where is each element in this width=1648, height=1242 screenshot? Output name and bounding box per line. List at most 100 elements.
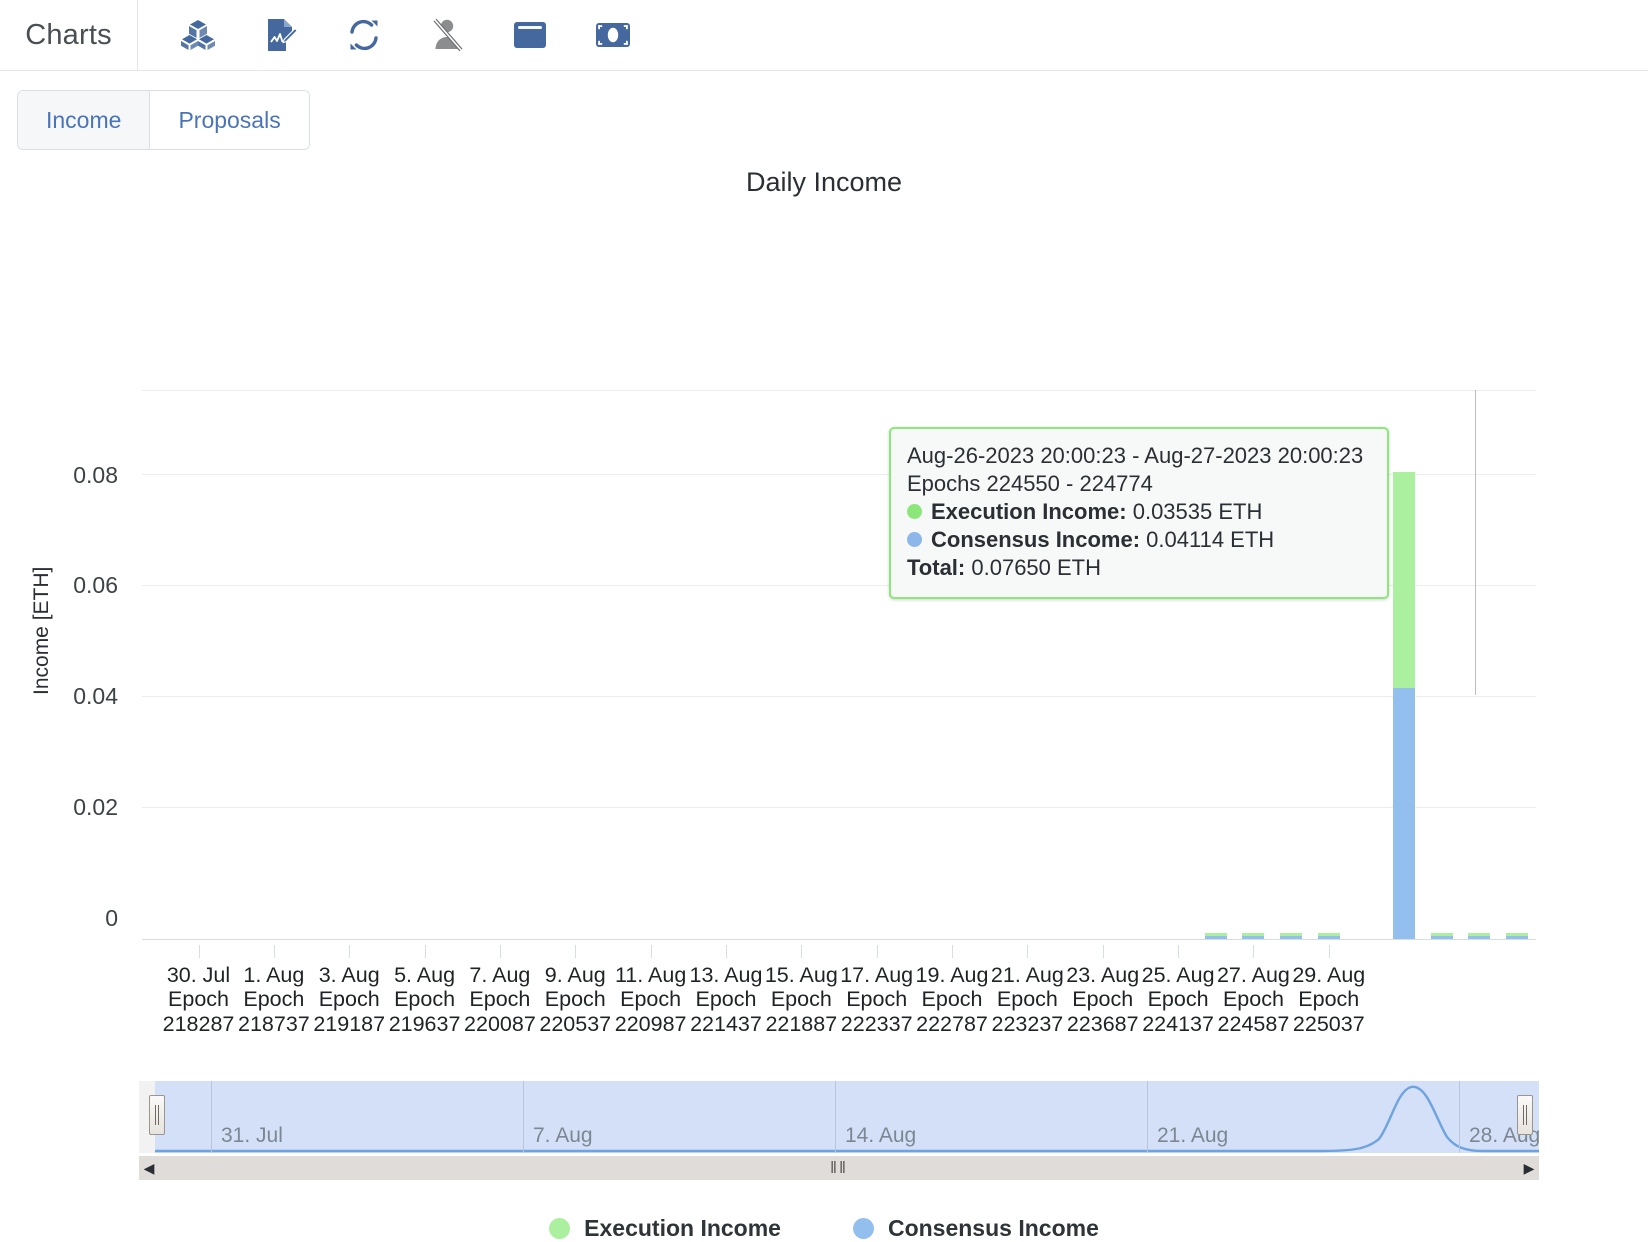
x-tick-mark [575,945,577,958]
x-tick-mark [1178,945,1180,958]
app-toolbar: Charts [0,0,1648,71]
x-tick-label: 29. Aug Epoch 225037 [1259,963,1399,1036]
bar-segment-consensus [1430,936,1453,939]
x-tick-mark [1027,945,1029,958]
legend-label: Execution Income [584,1215,781,1241]
income-icon [595,22,631,48]
chart-scrollbar[interactable]: ◀ ‖‖ ▶ [139,1156,1539,1180]
x-tick-epoch-number: 225037 [1292,1011,1365,1036]
slashings-button[interactable] [405,0,488,71]
bar[interactable] [1242,932,1265,939]
y-tick-label: 0.04 [73,683,118,709]
x-axis-line [142,939,1536,940]
legend-item-execution-income[interactable]: Execution Income [549,1215,781,1242]
y-tick-label: 0.06 [73,572,118,598]
x-tick-mark [424,945,426,958]
wallet-button[interactable] [488,0,571,71]
blocks-icon [180,19,215,51]
x-tick-mark [198,945,200,958]
bar[interactable] [1317,932,1340,939]
attestations-icon [265,18,297,52]
sync-icon [347,19,381,51]
daily-income-chart: Daily Income Income [ETH] 0.08 0.06 0.04… [0,150,1648,1241]
tooltip-consensus-value: 0.04114 ETH [1146,526,1275,552]
sync-committee-button[interactable] [322,0,405,71]
bar-segment-consensus [1468,935,1491,939]
legend-item-consensus-income[interactable]: Consensus Income [852,1215,1099,1242]
x-tick-mark [650,945,652,958]
slashings-icon [430,18,464,52]
y-tick-label: 0.08 [73,462,118,488]
y-tick-label: 0 [105,905,118,931]
consensus-color-dot [852,1218,874,1239]
navigator-sparkline [155,1085,1539,1153]
tooltip-epoch-range: Epochs 224550 - 224774 [907,470,1153,496]
navigator-label: 14. Aug [845,1124,917,1147]
app-title: Charts [0,0,138,71]
tooltip-consensus-row: Consensus Income: 0.04114 ETH [907,527,1371,553]
income-button[interactable] [571,0,654,71]
bar-segment-consensus [1280,935,1303,939]
navigator-label: 31. Jul [221,1124,283,1147]
blocks-button[interactable] [156,0,239,71]
legend-label: Consensus Income [887,1215,1099,1241]
bar-segment-consensus [1393,688,1416,939]
navigator-left-handle[interactable] [149,1095,165,1135]
tooltip-execution-row: Execution Income: 0.03535 ETH [907,499,1371,525]
scrollbar-thumb[interactable]: ‖‖ [159,1157,1519,1179]
scrollbar-left-arrow[interactable]: ◀ [139,1156,159,1180]
scrollbar-right-arrow[interactable]: ▶ [1519,1156,1539,1180]
navigator-divider [211,1081,212,1153]
x-tick-mark [349,945,351,958]
bar[interactable] [1280,932,1303,939]
tooltip-date-range: Aug-26-2023 20:00:23 - Aug-27-2023 20:00… [907,443,1364,468]
chart-legend: Execution Income Consensus Income [0,1215,1648,1242]
x-tick-mark [1328,945,1330,958]
x-tick-mark [801,945,803,958]
bar-segment-consensus [1242,935,1265,939]
tooltip-total-label: Total: [907,554,966,580]
gridline [142,390,1536,391]
x-tick-date: 29. Aug [1292,963,1366,987]
execution-color-dot [907,503,922,519]
x-tick-mark [725,945,727,958]
navigator-right-handle[interactable] [1517,1095,1533,1135]
bar[interactable] [1468,932,1491,939]
bar-segment-consensus [1506,936,1529,939]
y-tick-label: 0.02 [73,794,118,820]
bar[interactable] [1393,472,1416,939]
crosshair-line [1475,390,1476,695]
x-tick-mark [1102,945,1104,958]
navigator-divider [835,1081,836,1153]
chart-tooltip: Aug-26-2023 20:00:23 - Aug-27-2023 20:00… [889,427,1389,599]
tooltip-execution-label: Execution Income: [931,498,1127,524]
gridline [142,696,1536,697]
scrollbar-grip: ‖‖ [829,1158,849,1177]
consensus-color-dot [907,531,922,547]
navigator-divider [1147,1081,1148,1153]
toolbar-icons [138,0,654,71]
bar[interactable] [1430,933,1453,939]
x-tick-mark [273,945,275,958]
tooltip-consensus-label: Consensus Income: [931,526,1141,552]
x-tick-mark [499,945,501,958]
navigator-divider [523,1081,524,1153]
x-tick-mark [952,945,954,958]
tab-income[interactable]: Income [18,91,150,149]
tab-proposals[interactable]: Proposals [149,91,309,149]
tooltip-total-value: 0.07650 ETH [971,554,1102,580]
tooltip-execution-value: 0.03535 ETH [1132,498,1263,524]
x-tick-mark [876,945,878,958]
gridline [142,807,1536,808]
navigator-label: 7. Aug [533,1124,593,1147]
x-axis-labels: 30. Jul Epoch 218287 1. Aug Epoch 218737 3. Au… [142,945,1536,1036]
bar-segment-execution [1393,472,1416,689]
attestations-button[interactable] [239,0,322,71]
execution-color-dot [549,1218,571,1239]
bar-segment-consensus [1204,936,1227,939]
bar[interactable] [1506,933,1529,939]
range-navigator[interactable]: 31. Jul 7. Aug 14. Aug 21. Aug 28. Aug [139,1081,1540,1153]
bar[interactable] [1204,933,1227,939]
navigator-label: 21. Aug [1157,1124,1229,1147]
x-tick-epoch-word: Epoch [1298,987,1360,1012]
